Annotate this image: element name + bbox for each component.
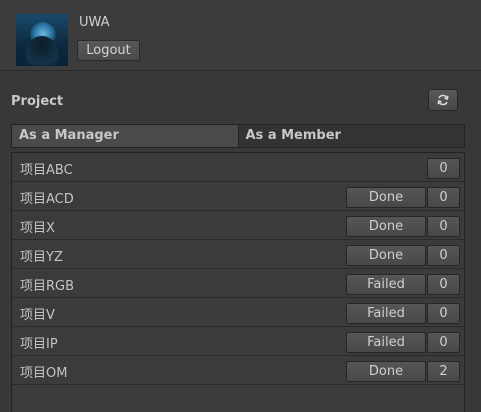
project-count-button[interactable]: 0 (427, 274, 460, 295)
project-status-button[interactable]: Failed (346, 303, 426, 324)
project-count-button[interactable]: 0 (427, 158, 460, 179)
project-name: 项目X (20, 221, 55, 236)
project-status-button[interactable]: Done (346, 245, 426, 266)
project-row[interactable]: 项目RGB Failed 0 (12, 269, 464, 298)
project-name: 项目RGB (20, 279, 75, 294)
account-header: UWA Logout (0, 0, 481, 71)
project-name: 项目ABC (20, 163, 73, 178)
project-row[interactable]: 项目X Done 0 (12, 211, 464, 240)
project-count-button[interactable]: 0 (427, 303, 460, 324)
avatar-figure (26, 36, 58, 66)
tab-as-manager[interactable]: As a Manager (12, 125, 238, 147)
project-status-button[interactable]: Failed (346, 332, 426, 353)
refresh-icon (437, 94, 449, 106)
project-status-button[interactable]: Done (346, 361, 426, 382)
project-count-button[interactable]: 0 (427, 245, 460, 266)
project-label: Project (11, 94, 64, 109)
project-row[interactable]: 项目ABC 0 (12, 153, 464, 182)
project-row[interactable]: 项目V Failed 0 (12, 298, 464, 327)
avatar (16, 14, 68, 66)
project-status-button[interactable]: Done (346, 216, 426, 237)
project-name: 项目ACD (20, 192, 74, 207)
logout-button[interactable]: Logout (77, 40, 140, 61)
project-row[interactable]: 项目IP Failed 0 (12, 327, 464, 356)
tab-as-member[interactable]: As a Member (237, 125, 464, 147)
project-status-button[interactable]: Done (346, 187, 426, 208)
project-count-button[interactable]: 0 (427, 216, 460, 237)
project-name: 项目OM (20, 366, 68, 381)
project-count-button[interactable]: 0 (427, 332, 460, 353)
role-tabs: As a Manager As a Member (11, 124, 465, 148)
project-row[interactable]: 项目ACD Done 0 (12, 182, 464, 211)
user-name: UWA (79, 15, 110, 30)
project-name: 项目YZ (20, 250, 63, 265)
project-name: 项目V (20, 308, 55, 323)
refresh-button[interactable] (428, 89, 458, 111)
project-name: 项目IP (20, 337, 58, 352)
project-status-button[interactable]: Failed (346, 274, 426, 295)
project-list: 项目ABC 0 项目ACD Done 0 项目X Done 0 项目YZ Don… (11, 152, 465, 412)
project-count-button[interactable]: 0 (427, 187, 460, 208)
project-row[interactable]: 项目YZ Done 0 (12, 240, 464, 269)
project-count-button[interactable]: 2 (427, 361, 460, 382)
project-row[interactable]: 项目OM Done 2 (12, 356, 464, 385)
